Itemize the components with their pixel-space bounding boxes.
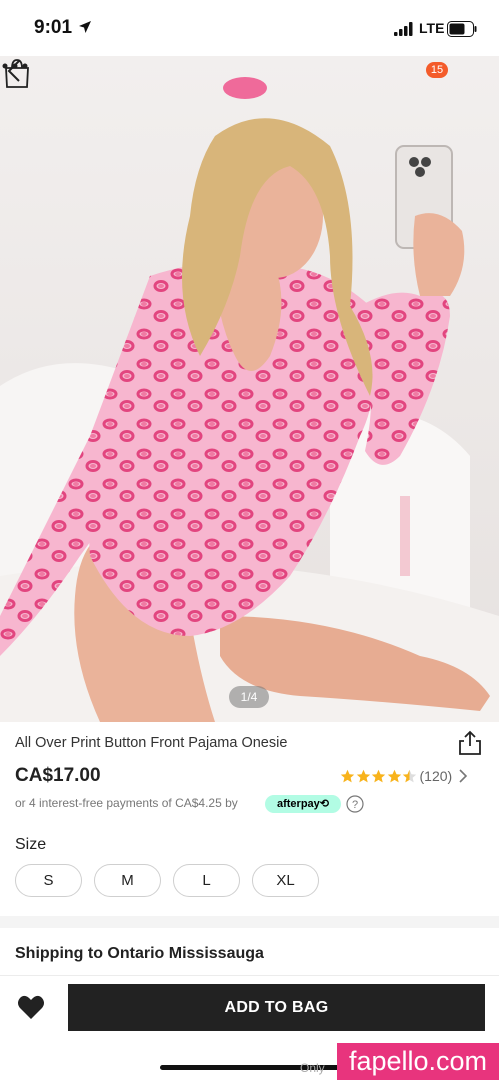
section-divider	[0, 916, 499, 928]
status-bar: 9:01 LTE	[0, 0, 499, 56]
star-icon	[387, 769, 401, 782]
svg-text:?: ?	[352, 799, 358, 811]
rating-stars	[340, 769, 418, 784]
size-option-s[interactable]: S	[15, 864, 82, 897]
watermark-small-text: Only	[300, 1061, 325, 1075]
size-option-m[interactable]: M	[94, 864, 161, 897]
size-option-l[interactable]: L	[173, 864, 240, 897]
heart-icon[interactable]	[17, 994, 45, 1020]
product-image-gallery[interactable]: 15 1/4	[0, 56, 499, 722]
installments-text: or 4 interest-free payments of CA$4.25 b…	[15, 796, 238, 810]
carrier-label: LTE	[419, 20, 445, 36]
thin-divider	[0, 975, 499, 976]
size-options: S M L XL	[15, 864, 331, 897]
afterpay-badge[interactable]: afterpay⟲	[265, 795, 341, 813]
share-icon[interactable]	[458, 730, 482, 756]
star-icon	[340, 769, 355, 782]
chevron-right-icon	[459, 769, 468, 783]
add-to-bag-button[interactable]: ADD TO BAG	[68, 984, 485, 1031]
status-time: 9:01	[34, 17, 73, 38]
size-option-xl[interactable]: XL	[252, 864, 319, 897]
product-rating[interactable]: (120)	[340, 767, 468, 785]
size-label: Size	[15, 836, 47, 853]
rating-count: (120)	[419, 768, 453, 784]
watermark: fapello.com	[337, 1043, 499, 1080]
star-icon	[371, 769, 386, 782]
more-icon[interactable]	[0, 56, 30, 76]
location-arrow-icon	[79, 21, 91, 33]
star-icon	[402, 769, 417, 782]
star-icon	[356, 769, 370, 782]
product-title: All Over Print Button Front Pajama Onesi…	[15, 735, 288, 751]
battery-icon	[447, 21, 477, 37]
signal-icon	[394, 22, 413, 36]
product-photo	[0, 56, 499, 722]
product-price: CA$17.00	[15, 765, 101, 786]
gallery-pager: 1/4	[229, 686, 269, 708]
shipping-destination[interactable]: Shipping to Ontario Mississauga	[15, 945, 264, 963]
help-icon[interactable]: ?	[346, 795, 364, 813]
cart-count-badge: 15	[426, 62, 448, 78]
